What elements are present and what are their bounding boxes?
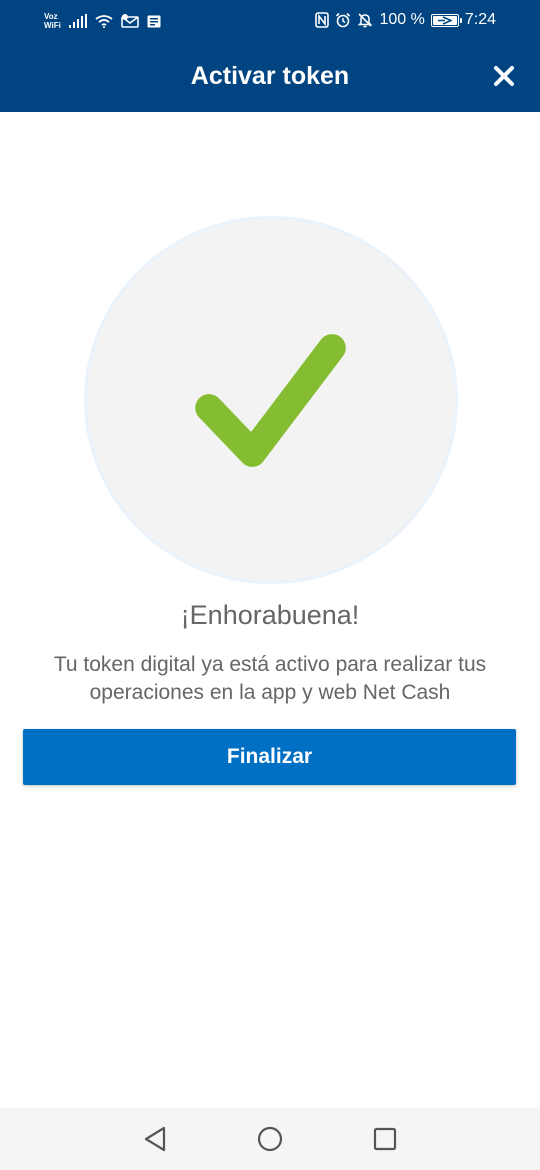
recents-icon xyxy=(373,1127,397,1151)
close-button[interactable] xyxy=(490,62,518,90)
wifi-icon xyxy=(95,14,113,28)
voz-wifi-indicator: Voz WiFi xyxy=(44,12,61,30)
battery-percentage: 100 % xyxy=(379,11,425,28)
back-button[interactable] xyxy=(140,1124,170,1154)
back-icon xyxy=(144,1126,166,1152)
notification-icon xyxy=(121,14,139,28)
carrier-line-2: WiFi xyxy=(44,21,61,30)
success-headline: ¡Enhorabuena! xyxy=(180,600,360,630)
alarm-icon xyxy=(335,12,351,28)
recents-button[interactable] xyxy=(370,1124,400,1154)
nfc-icon xyxy=(315,12,330,28)
close-icon xyxy=(494,66,514,86)
home-button[interactable] xyxy=(255,1124,285,1154)
status-bar-left: Voz WiFi xyxy=(44,10,161,32)
home-icon xyxy=(257,1126,283,1152)
status-bar: Voz WiFi 100 % 7:24 xyxy=(0,0,540,40)
signal-icon xyxy=(68,14,87,28)
success-circle xyxy=(84,216,458,584)
page-title: Activar token xyxy=(190,62,350,90)
status-time: 7:24 xyxy=(464,11,496,28)
messages-icon xyxy=(147,15,161,28)
checkmark-icon xyxy=(195,334,346,467)
battery-icon xyxy=(430,13,462,27)
navigation-bar xyxy=(0,1108,540,1170)
app-bar: Activar token xyxy=(0,40,540,112)
carrier-line-1: Voz xyxy=(44,12,58,21)
silent-icon xyxy=(357,12,373,28)
finalizar-button[interactable]: Finalizar xyxy=(23,729,516,785)
success-message: Tu token digital ya está activo para rea… xyxy=(53,653,487,704)
status-bar-right: 100 % 7:24 xyxy=(315,9,496,31)
screen: Voz WiFi 100 % 7:24 Activar token ¡Enhor… xyxy=(0,0,540,1170)
